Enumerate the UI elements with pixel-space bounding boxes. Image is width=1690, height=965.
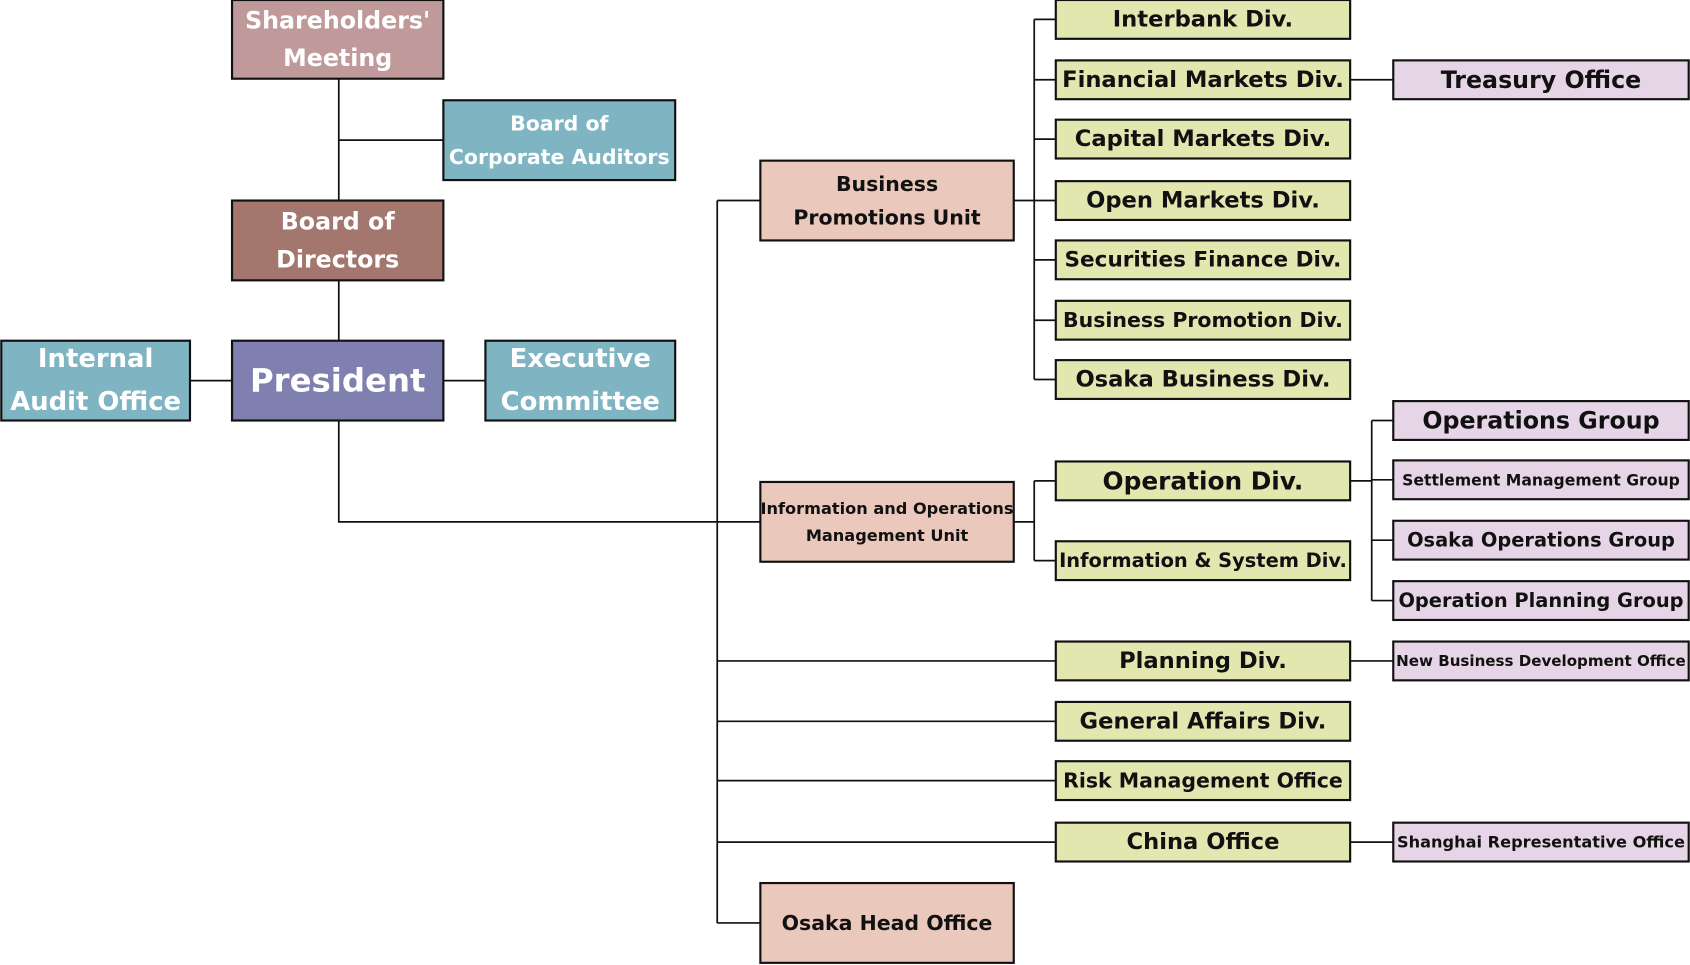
node-label: Internal	[38, 344, 153, 374]
org-node-cap-markets: Capital Markets Div.	[1054, 118, 1352, 160]
org-node-shareholders: Shareholders' Meeting	[230, 0, 445, 80]
node-label: General Affairs Div.	[1080, 708, 1327, 734]
org-node-treasury: Treasury Office	[1392, 59, 1690, 101]
node-label: Directors	[276, 245, 399, 273]
node-label: Audit Office	[10, 387, 181, 417]
node-label: Osaka Head Office	[782, 911, 993, 935]
node-label: Securities Finance Div.	[1065, 247, 1342, 272]
node-label: Promotions Unit	[793, 205, 981, 229]
org-node-interbank: Interbank Div.	[1054, 0, 1352, 40]
node-label: Business Promotion Div.	[1063, 308, 1343, 332]
org-node-general: General Affairs Div.	[1054, 700, 1352, 742]
org-node-china: China Office	[1054, 821, 1352, 863]
org-node-osaka-head: Osaka Head Office	[759, 881, 1015, 964]
node-label: Shanghai Representative Office	[1397, 833, 1685, 852]
org-node-op-planning: Operation Planning Group	[1392, 580, 1690, 622]
org-node-executive: Executive Committee	[484, 339, 677, 422]
org-node-directors: Board of Directors	[230, 199, 445, 282]
node-label: Business	[836, 172, 938, 196]
node-label: Operations Group	[1422, 407, 1659, 435]
org-chart: Shareholders' Meeting Board of Corporate Au…	[0, 0, 1690, 964]
node-label: Risk Management Office	[1063, 769, 1343, 793]
node-label: President	[250, 362, 425, 400]
node-label: Meeting	[283, 44, 392, 72]
org-node-operation: Operation Div.	[1054, 460, 1352, 502]
node-label: Operation Div.	[1103, 466, 1304, 495]
org-node-osaka-bus: Osaka Business Div.	[1054, 359, 1352, 401]
node-box	[759, 480, 1015, 563]
node-label: Financial Markets Div.	[1062, 67, 1344, 93]
node-label: Information & System Div.	[1059, 549, 1347, 572]
org-node-shanghai: Shanghai Representative Office	[1392, 821, 1690, 863]
org-node-auditors: Board of Corporate Auditors	[442, 99, 677, 182]
org-node-president: President	[230, 339, 445, 422]
node-label: Executive	[510, 344, 651, 374]
org-node-bpu: Business Promotions Unit	[759, 159, 1015, 242]
org-node-iomu: Information and Operations Management Uni…	[759, 480, 1015, 563]
node-label: Planning Div.	[1119, 648, 1287, 674]
org-node-planning: Planning Div.	[1054, 640, 1352, 682]
node-label: Management Unit	[806, 526, 969, 545]
node-label: Shareholders'	[245, 6, 430, 34]
node-label: New Business Development Office	[1396, 652, 1686, 670]
org-node-settlement: Settlement Management Group	[1392, 459, 1690, 501]
node-label: Information and Operations	[761, 499, 1014, 518]
org-node-ops-group: Operations Group	[1392, 400, 1690, 441]
org-node-info-sys: Information & System Div.	[1054, 540, 1352, 582]
connector-line	[337, 420, 761, 523]
org-node-bus-promo: Business Promotion Div.	[1054, 299, 1352, 341]
org-nodes: Shareholders' Meeting Board of Corporate Au…	[0, 0, 1690, 964]
node-label: Osaka Operations Group	[1407, 529, 1675, 552]
org-node-risk: Risk Management Office	[1054, 760, 1352, 802]
node-label: Board of	[510, 111, 609, 135]
org-node-internal-audit: Internal Audit Office	[0, 339, 192, 422]
org-node-fin-markets: Financial Markets Div.	[1054, 59, 1352, 101]
node-label: Operation Planning Group	[1398, 589, 1683, 612]
node-label: Committee	[501, 387, 660, 417]
node-label: Interbank Div.	[1113, 6, 1293, 32]
org-node-new-biz: New Business Development Office	[1392, 640, 1690, 682]
node-label: China Office	[1126, 829, 1279, 855]
node-label: Corporate Auditors	[449, 145, 670, 169]
node-label: Capital Markets Div.	[1075, 126, 1331, 152]
node-label: Open Markets Div.	[1086, 188, 1320, 214]
org-node-open-markets: Open Markets Div.	[1054, 180, 1352, 222]
node-label: Board of	[281, 208, 396, 236]
org-node-osaka-ops: Osaka Operations Group	[1392, 519, 1690, 561]
node-label: Settlement Management Group	[1402, 470, 1680, 489]
node-label: Treasury Office	[1441, 66, 1642, 94]
node-label: Osaka Business Div.	[1075, 367, 1330, 393]
org-node-sec-finance: Securities Finance Div.	[1054, 239, 1352, 281]
